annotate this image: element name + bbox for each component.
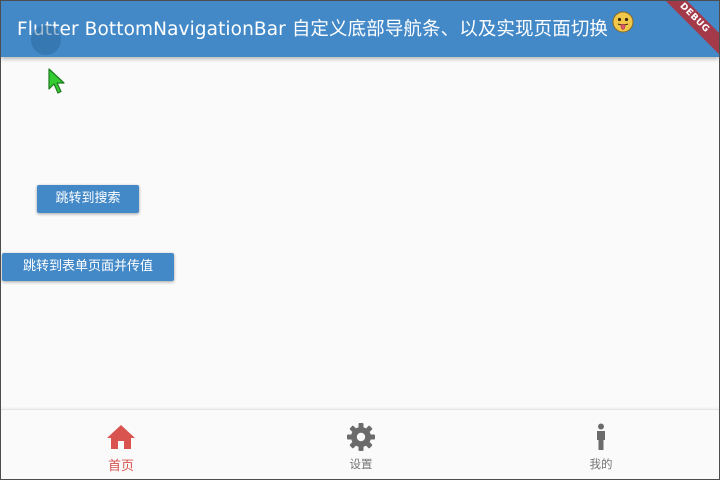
nav-item-home[interactable]: 首页: [1, 410, 241, 479]
page-title: Flutter BottomNavigationBar 自定义底部导航条、以及实…: [17, 1, 634, 57]
bottom-navigation-bar: 首页 设置 我的: [1, 409, 719, 479]
mouse-cursor-icon: [47, 67, 67, 99]
nav-item-settings[interactable]: 设置: [241, 410, 481, 479]
jump-to-form-button[interactable]: 跳转到表单页面并传值: [2, 253, 174, 281]
person-icon: [586, 422, 616, 452]
app-window: Flutter BottomNavigationBar 自定义底部导航条、以及实…: [0, 0, 720, 480]
tongue-emoji-icon: [612, 1, 634, 57]
nav-item-profile-label: 我的: [589, 457, 613, 471]
nav-item-profile[interactable]: 我的: [481, 410, 719, 479]
home-icon: [106, 422, 136, 452]
touch-ripple: [31, 25, 61, 55]
jump-to-search-button[interactable]: 跳转到搜索: [37, 185, 139, 213]
page-title-text: Flutter BottomNavigationBar 自定义底部导航条、以及实…: [17, 19, 609, 40]
nav-item-home-label: 首页: [107, 459, 134, 474]
app-bar: Flutter BottomNavigationBar 自定义底部导航条、以及实…: [1, 1, 719, 57]
nav-item-settings-label: 设置: [349, 457, 373, 471]
settings-icon: [346, 422, 376, 452]
